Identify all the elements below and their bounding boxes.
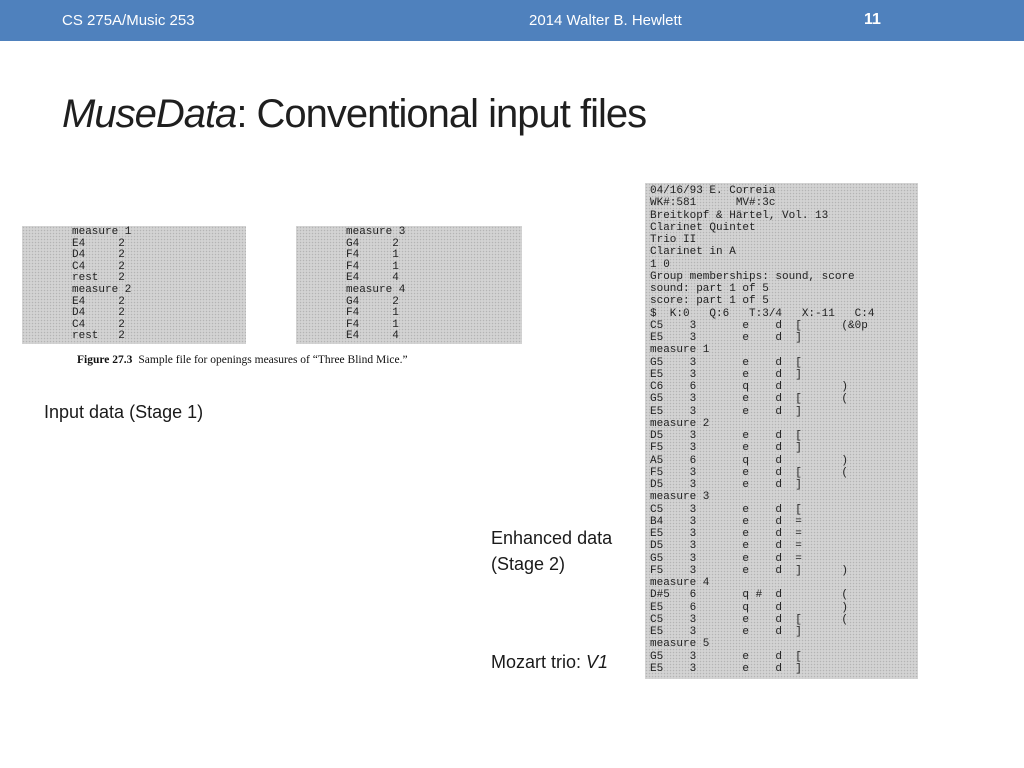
title-rest: : Conventional input files: [236, 92, 647, 136]
figure-number: Figure 27.3: [77, 354, 133, 366]
stage2-label: Enhanced data (Stage 2): [491, 525, 612, 577]
three-blind-mice-measures-3-4: measure 3 G4 2 F4 1 F4 1 E4 4 measure 4 …: [346, 226, 406, 343]
three-blind-mice-measures-1-2: measure 1 E4 2 D4 2 C4 2 rest 2 measure …: [72, 226, 132, 343]
voice-name: V1: [586, 652, 609, 672]
mozart-trio-prefix: Mozart trio:: [491, 652, 587, 672]
course-label: CS 275A/Music 253: [62, 12, 195, 29]
slide-header-bar: CS 275A/Music 253 2014 Walter B. Hewlett…: [0, 0, 1024, 41]
stage1-label: Input data (Stage 1): [44, 402, 204, 422]
title-musedata: MuseData: [62, 92, 237, 136]
figure-caption: Figure 27.3 Sample file for openings meas…: [77, 354, 408, 366]
stage2-label-line2: (Stage 2): [491, 554, 566, 574]
mozart-trio-label: Mozart trio: V1: [491, 649, 608, 675]
stage2-label-line1: Enhanced data: [491, 528, 613, 548]
slide-number: 11: [864, 11, 881, 28]
stage1-scan-left: measure 1 E4 2 D4 2 C4 2 rest 2 measure …: [22, 226, 246, 344]
slide-title: MuseData: Conventional input files: [62, 92, 647, 137]
stage1-scan-right: measure 3 G4 2 F4 1 F4 1 E4 4 measure 4 …: [296, 226, 522, 344]
figure-caption-text: Sample file for openings measures of “Th…: [138, 354, 408, 366]
author-credit: 2014 Walter B. Hewlett: [529, 12, 682, 29]
stage2-scan: 04/16/93 E. Correia WK#:581 MV#:3c Breit…: [645, 183, 918, 679]
mozart-trio-musedata-listing: 04/16/93 E. Correia WK#:581 MV#:3c Breit…: [650, 185, 875, 675]
